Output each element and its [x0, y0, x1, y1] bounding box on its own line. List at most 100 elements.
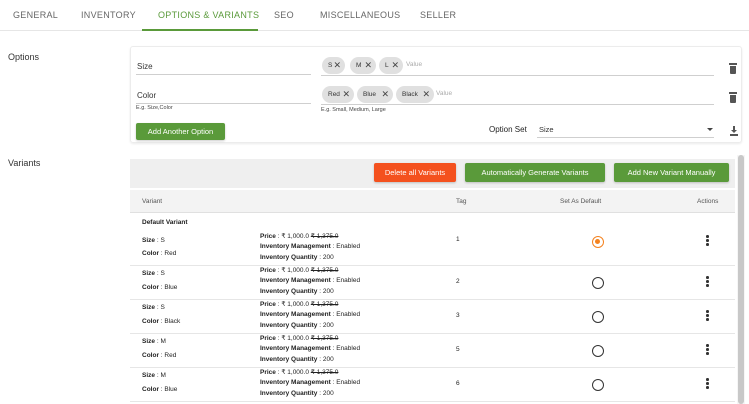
option-value-input[interactable]: Value	[406, 61, 422, 68]
tag-value: 3	[456, 312, 460, 319]
tab-general[interactable]: GENERAL	[13, 0, 58, 31]
variants-card: Delete all Variants Automatically Genera…	[130, 155, 735, 404]
more-vert-icon[interactable]	[706, 344, 709, 355]
size-label: Size	[142, 304, 156, 311]
close-icon[interactable]: ✕	[342, 86, 350, 103]
default-radio[interactable]	[592, 311, 604, 323]
color-value: Red	[164, 352, 177, 359]
row-divider	[130, 367, 735, 368]
inventory-management-label: Inventory Management	[260, 243, 331, 250]
tab-bar: GENERAL INVENTORY OPTIONS & VARIANTS SEO…	[0, 0, 749, 31]
size-value: M	[160, 338, 166, 345]
color-value: Red	[164, 250, 177, 257]
inventory-quantity-value: 200	[322, 254, 334, 261]
color-label: Color	[142, 386, 159, 393]
scrollbar-thumb[interactable]	[738, 155, 744, 404]
variants-toolbar: Delete all Variants Automatically Genera…	[130, 159, 735, 188]
price-label: Price	[260, 335, 276, 342]
chip-label: Red	[328, 91, 340, 98]
option-values-hint: E.g. Small, Medium, Large	[321, 107, 386, 113]
option-value-chip[interactable]: M ✕	[350, 57, 376, 74]
inventory-management-value: Enabled	[336, 243, 361, 250]
inventory-quantity-label: Inventory Quantity	[260, 254, 318, 261]
inventory-quantity-value: 200	[322, 390, 334, 397]
color-value: Blue	[164, 386, 178, 393]
column-header-variant: Variant	[142, 198, 163, 205]
price-value: ₹ 1,000.0	[281, 267, 309, 274]
chevron-down-icon[interactable]	[707, 128, 713, 131]
default-radio[interactable]	[592, 345, 604, 357]
option-set-underline	[537, 137, 714, 138]
download-icon[interactable]	[730, 126, 738, 136]
tab-inventory[interactable]: INVENTORY	[81, 0, 136, 31]
close-icon[interactable]: ✕	[422, 86, 430, 103]
compare-price: ₹ 1,375.0	[310, 369, 339, 376]
default-radio[interactable]	[592, 379, 604, 391]
price-value: ₹ 1,000.0	[281, 369, 309, 376]
inventory-management-label: Inventory Management	[260, 311, 331, 318]
more-vert-icon[interactable]	[706, 235, 709, 246]
variants-section-label: Variants	[8, 158, 41, 168]
inventory-quantity-label: Inventory Quantity	[260, 322, 318, 329]
default-radio[interactable]	[592, 236, 604, 248]
close-icon[interactable]: ✕	[333, 57, 341, 74]
option-set-label: Option Set	[489, 125, 527, 134]
add-variant-manually-button[interactable]: Add New Variant Manually	[614, 163, 729, 182]
more-vert-icon[interactable]	[706, 276, 709, 287]
tab-seo[interactable]: SEO	[274, 0, 294, 31]
options-section-label: Options	[8, 52, 40, 62]
default-variant-label: Default Variant	[142, 219, 188, 226]
inventory-quantity-value: 200	[322, 288, 334, 295]
inventory-management-label: Inventory Management	[260, 277, 331, 284]
close-icon[interactable]: ✕	[364, 57, 372, 74]
column-header-tag: Tag	[456, 198, 467, 205]
chip-label: Black	[402, 91, 418, 98]
option-values-underline	[321, 75, 714, 76]
trash-icon[interactable]	[728, 63, 738, 74]
price-value: ₹ 1,000.0	[281, 301, 309, 308]
option-value-chip[interactable]: L ✕	[379, 57, 403, 74]
close-icon[interactable]: ✕	[391, 57, 399, 74]
option-name-input[interactable]: Color	[137, 91, 156, 100]
option-value-chip[interactable]: Red ✕	[322, 86, 354, 103]
option-value-chip[interactable]: Black ✕	[396, 86, 434, 103]
more-vert-icon[interactable]	[706, 378, 709, 389]
inventory-quantity-label: Inventory Quantity	[260, 390, 318, 397]
option-name-underline	[136, 103, 311, 104]
tag-value: 1	[456, 236, 460, 243]
option-value-input[interactable]: Value	[436, 90, 452, 97]
add-another-option-button[interactable]: Add Another Option	[136, 123, 225, 140]
close-icon[interactable]: ✕	[381, 86, 389, 103]
option-name-hint: E.g. Size,Color	[136, 105, 173, 111]
option-set-select[interactable]: Size	[539, 125, 554, 134]
chip-label: M	[356, 62, 362, 69]
size-value: S	[160, 270, 165, 277]
tab-seller[interactable]: SELLER	[420, 0, 456, 31]
active-tab-indicator	[142, 29, 258, 31]
size-label: Size	[142, 372, 156, 379]
chip-label: L	[385, 62, 389, 69]
trash-icon[interactable]	[728, 92, 738, 103]
row-divider	[130, 401, 735, 402]
tab-miscellaneous[interactable]: MISCELLANEOUS	[320, 0, 400, 31]
option-name-input[interactable]: Size	[137, 62, 153, 71]
tag-value: 6	[456, 380, 460, 387]
price-value: ₹ 1,000.0	[281, 335, 309, 342]
inventory-quantity-label: Inventory Quantity	[260, 356, 318, 363]
inventory-quantity-label: Inventory Quantity	[260, 288, 318, 295]
inventory-quantity-value: 200	[322, 356, 334, 363]
inventory-quantity-value: 200	[322, 322, 334, 329]
auto-generate-variants-button[interactable]: Automatically Generate Variants	[465, 163, 605, 182]
default-radio[interactable]	[592, 277, 604, 289]
option-value-chip[interactable]: S ✕	[322, 57, 345, 74]
options-card: Size S ✕ M ✕ L ✕ Value Color E.g. Size,Colo…	[130, 46, 742, 143]
variants-scrollbar[interactable]	[737, 155, 745, 404]
delete-all-variants-button[interactable]: Delete all Variants	[374, 163, 456, 182]
compare-price: ₹ 1,375.0	[310, 233, 339, 240]
column-header-actions: Actions	[697, 198, 719, 205]
column-header-set-as-default: Set As Default	[560, 198, 602, 205]
more-vert-icon[interactable]	[706, 310, 709, 321]
tab-options-variants[interactable]: OPTIONS & VARIANTS	[158, 0, 259, 31]
size-label: Size	[142, 237, 156, 244]
option-value-chip[interactable]: Blue ✕	[357, 86, 393, 103]
